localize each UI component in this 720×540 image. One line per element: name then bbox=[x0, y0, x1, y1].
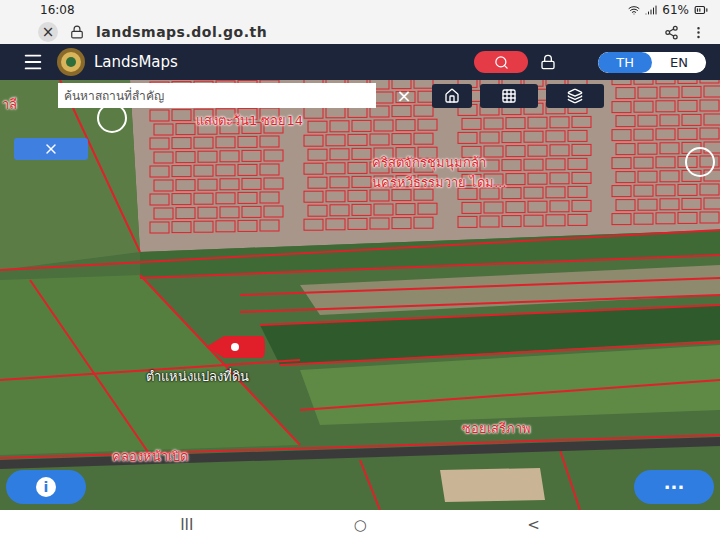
app-title: LandsMaps bbox=[94, 53, 178, 71]
home-icon bbox=[444, 88, 460, 104]
status-bar: 16:08 61% bbox=[0, 0, 720, 20]
app-header: LandsMaps THEN bbox=[0, 44, 720, 80]
login-icon[interactable] bbox=[540, 54, 556, 70]
language-button[interactable]: EN bbox=[652, 52, 706, 73]
road bbox=[0, 437, 720, 469]
browser-menu-icon[interactable] bbox=[691, 25, 706, 40]
grid-button[interactable] bbox=[480, 84, 538, 108]
map-label: แสงตะวัน1 ซอย14 bbox=[196, 110, 303, 131]
layers-icon bbox=[567, 88, 583, 104]
brand: LandsMaps bbox=[56, 47, 462, 77]
lock-icon bbox=[70, 25, 84, 39]
nav-bar: III ○ < bbox=[0, 510, 720, 540]
map-toolbar: ค้นหาสถานที่สำคัญ × bbox=[58, 83, 604, 108]
battery-icon bbox=[694, 3, 708, 17]
satellite-map bbox=[0, 80, 720, 510]
share-icon[interactable] bbox=[664, 25, 679, 40]
search-icon bbox=[494, 55, 509, 70]
nav-key[interactable]: III bbox=[160, 514, 213, 536]
map-label: าลี bbox=[2, 94, 17, 115]
map-label: คลองหน้าเปิด bbox=[112, 446, 188, 467]
parcel-lines bbox=[0, 80, 720, 510]
map[interactable]: ค้นหาสถานที่สำคัญ × าลีแสงตะวัน1 ซอย14 คริส… bbox=[0, 80, 720, 510]
layers-button[interactable] bbox=[546, 84, 604, 108]
grid-icon bbox=[501, 88, 517, 104]
close-icon bbox=[43, 141, 59, 157]
more-button[interactable]: ··· bbox=[634, 470, 714, 504]
nav-key[interactable]: ○ bbox=[334, 514, 387, 536]
url-bar: × landsmaps.dol.go.th bbox=[0, 20, 720, 44]
place-search-field[interactable]: ค้นหาสถานที่สำคัญ bbox=[58, 83, 376, 108]
map-label: นครหวีธรรมวาย ไดม... bbox=[372, 172, 507, 193]
search-button[interactable] bbox=[474, 51, 528, 73]
nav-key[interactable]: < bbox=[507, 514, 560, 536]
language-toggle: THEN bbox=[598, 52, 706, 73]
clock: 16:08 bbox=[40, 3, 75, 17]
pin-label: ตำแหน่งแปลงที่ดิน bbox=[146, 366, 249, 387]
map-label: คริสตจักรชุมนุมกล้า bbox=[372, 152, 486, 173]
pin-icon bbox=[204, 332, 266, 362]
language-button[interactable]: TH bbox=[598, 52, 652, 73]
signal-icon bbox=[645, 4, 657, 16]
wifi-icon bbox=[628, 4, 640, 16]
parcel-pin[interactable]: ตำแหน่งแปลงที่ดิน bbox=[204, 332, 266, 387]
battery-level: 61% bbox=[662, 3, 689, 17]
phone-screen: 16:08 61% × landsmaps.dol.go.th LandsMaps THE… bbox=[0, 0, 720, 540]
menu-icon[interactable] bbox=[22, 51, 44, 73]
map-label: ซอยเสรีภาพ bbox=[462, 418, 531, 439]
info-button[interactable]: i bbox=[6, 470, 86, 504]
logo-icon bbox=[56, 47, 86, 77]
home-button[interactable] bbox=[432, 84, 472, 108]
close-panel-button[interactable] bbox=[14, 138, 88, 160]
info-icon: i bbox=[36, 477, 56, 497]
close-tab-button[interactable]: × bbox=[38, 22, 58, 42]
url-text[interactable]: landsmaps.dol.go.th bbox=[96, 24, 652, 40]
clear-search-button[interactable]: × bbox=[384, 84, 424, 108]
